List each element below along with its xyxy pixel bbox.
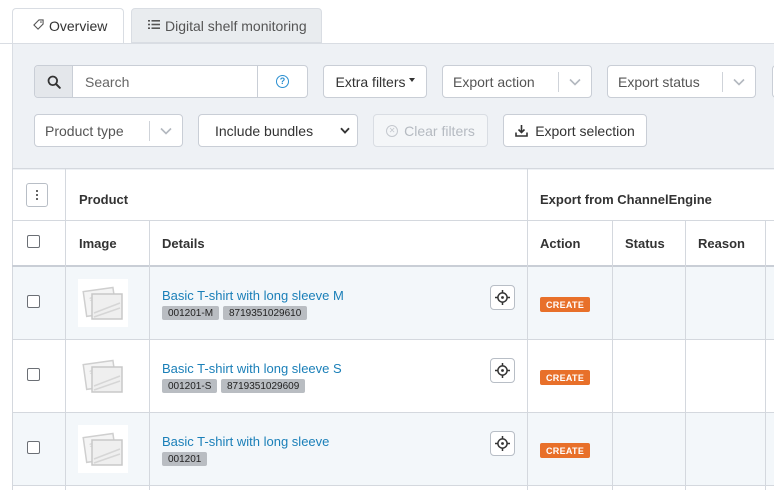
row-divider <box>12 485 774 486</box>
tag-icon <box>33 19 44 33</box>
action-badge: CREATE <box>540 370 591 385</box>
product-type-label: Product type <box>45 122 124 139</box>
column-header-reason[interactable]: Reason <box>698 236 745 251</box>
clear-filters-button[interactable]: ✕ Clear filters <box>373 114 488 147</box>
select-all-checkbox[interactable] <box>27 235 40 248</box>
product-name-link[interactable]: Basic T-shirt with long sleeve M <box>162 288 344 303</box>
sku-tag: 001201-S <box>162 379 218 393</box>
sku-tag: 001201 <box>162 452 208 466</box>
chevron-down-icon <box>333 127 357 134</box>
kebab-icon <box>36 190 38 200</box>
placeholder-image-icon: SOK.JOY <box>78 425 128 473</box>
header-divider <box>12 265 774 267</box>
product-name-link[interactable]: Basic T-shirt with long sleeve <box>162 434 329 449</box>
column-divider <box>612 220 613 490</box>
search-icon <box>47 75 61 89</box>
ean-tag: 8719351029609 <box>221 379 306 393</box>
crosshair-icon <box>495 363 510 378</box>
placeholder-image-icon: SOK.JOY <box>78 352 128 400</box>
include-bundles-select[interactable]: Include bundles <box>198 114 358 147</box>
search-input[interactable] <box>73 66 257 97</box>
column-divider <box>527 168 528 490</box>
action-badge: CREATE <box>540 297 591 312</box>
row-checkbox[interactable] <box>27 368 40 381</box>
search-group: ? <box>34 65 308 98</box>
row-divider <box>12 412 774 413</box>
tab-digital-shelf-monitoring-label: Digital shelf monitoring <box>165 17 307 34</box>
clear-filters-label: Clear filters <box>404 122 475 139</box>
tab-bar: Overview Digital shelf monitoring <box>0 0 774 44</box>
column-divider <box>685 220 686 490</box>
column-options-button[interactable] <box>26 183 48 207</box>
filter-panel <box>12 44 774 170</box>
export-status-select[interactable]: Export status <box>607 65 756 98</box>
caret-down-icon <box>408 77 415 82</box>
product-thumbnail[interactable]: SOK.JOY <box>78 425 128 473</box>
list-icon <box>148 19 160 33</box>
header-divider <box>12 220 774 221</box>
export-selection-label: Export selection <box>535 122 635 139</box>
crosshair-icon <box>495 290 510 305</box>
download-icon <box>515 125 528 137</box>
question-icon: ? <box>276 75 289 88</box>
tab-overview[interactable]: Overview <box>12 8 124 44</box>
ean-tag: 8719351029610 <box>223 306 308 320</box>
group-header-export: Export from ChannelEngine <box>540 192 712 207</box>
search-button[interactable] <box>35 66 73 97</box>
export-action-select[interactable]: Export action <box>442 65 592 98</box>
sku-tag: 001201-M <box>162 306 220 320</box>
group-header-product: Product <box>79 192 129 207</box>
tab-digital-shelf-monitoring[interactable]: Digital shelf monitoring <box>131 8 322 43</box>
locate-button[interactable] <box>490 431 515 456</box>
product-type-select[interactable]: Product type <box>34 114 183 147</box>
action-badge: CREATE <box>540 443 591 458</box>
column-header-image[interactable]: Image <box>79 236 117 251</box>
export-status-label: Export status <box>618 73 700 90</box>
export-selection-button[interactable]: Export selection <box>503 114 647 147</box>
export-action-label: Export action <box>453 73 535 90</box>
extra-filters-button[interactable]: Extra filters <box>323 65 427 98</box>
search-help-button[interactable]: ? <box>257 66 307 97</box>
row-checkbox[interactable] <box>27 441 40 454</box>
column-header-details[interactable]: Details <box>162 236 205 251</box>
clear-icon: ✕ <box>386 124 399 137</box>
crosshair-icon <box>495 436 510 451</box>
placeholder-image-icon: SOK.JOY <box>78 279 128 327</box>
locate-button[interactable] <box>490 285 515 310</box>
row-divider <box>12 339 774 340</box>
include-bundles-label: Include bundles <box>215 122 314 139</box>
extra-filters-label: Extra filters <box>335 73 406 90</box>
column-divider <box>149 220 150 490</box>
chevron-down-icon <box>559 78 591 86</box>
locate-button[interactable] <box>490 358 515 383</box>
column-header-status[interactable]: Status <box>625 236 665 251</box>
chevron-down-icon <box>150 127 182 135</box>
column-divider <box>765 220 766 490</box>
column-header-action[interactable]: Action <box>540 236 580 251</box>
row-checkbox[interactable] <box>27 295 40 308</box>
product-name-link[interactable]: Basic T-shirt with long sleeve S <box>162 361 342 376</box>
product-thumbnail[interactable]: SOK.JOY <box>78 279 128 327</box>
column-divider <box>65 168 66 490</box>
tab-overview-label: Overview <box>49 18 108 34</box>
chevron-down-icon <box>723 78 755 86</box>
product-thumbnail[interactable]: SOK.JOY <box>78 352 128 400</box>
